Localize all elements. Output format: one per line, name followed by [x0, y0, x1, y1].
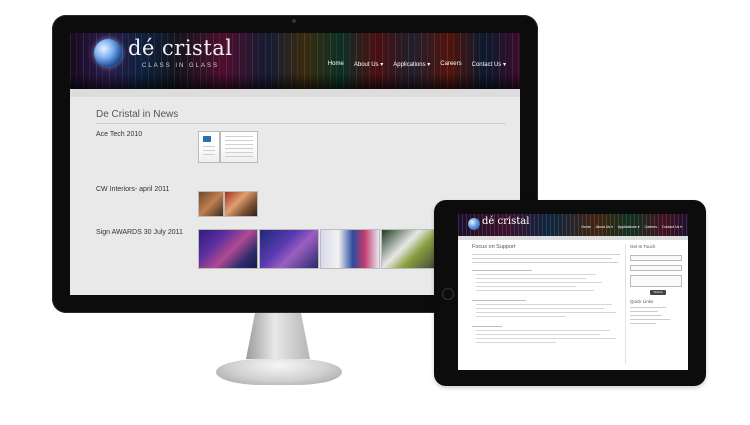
nav-applications[interactable]: Applications ▾ [393, 61, 430, 68]
message-field[interactable] [630, 275, 682, 287]
page-title: De Cristal in News [96, 109, 179, 120]
submit-button[interactable]: Submit [650, 290, 666, 295]
nav-home[interactable]: Home [581, 225, 590, 229]
home-button[interactable] [442, 288, 454, 300]
news-item-title: CW Interiors- april 2011 [96, 186, 170, 193]
name-field[interactable] [630, 255, 682, 261]
nav-careers[interactable]: Careers [440, 61, 461, 68]
news-thumbnail[interactable] [220, 131, 258, 163]
news-thumbnail[interactable] [381, 229, 441, 269]
sidebar-divider [625, 244, 626, 364]
tablet-sidebar: Get In Touch Submit Quick Links [630, 244, 682, 324]
news-item-title: Ace Tech 2010 [96, 131, 143, 138]
title-divider [96, 123, 506, 124]
email-field[interactable] [630, 265, 682, 271]
site-logo[interactable]: dé cristal [128, 36, 233, 60]
monitor-stand-neck [246, 313, 310, 359]
nav-about-us[interactable]: About Us ▾ [354, 61, 383, 68]
tablet-screen: dé cristal Home About Us ▾ Applications … [458, 214, 688, 370]
news-thumbnail[interactable] [198, 191, 224, 217]
news-thumbnail[interactable] [320, 229, 380, 269]
nav-applications[interactable]: Applications ▾ [618, 225, 640, 229]
tablet-sub-header-bar [458, 236, 688, 240]
tablet-main-nav: Home About Us ▾ Applications ▾ Careers C… [581, 225, 682, 229]
globe-logo-icon[interactable] [94, 39, 122, 67]
tablet-site-header: dé cristal Home About Us ▾ Applications … [458, 214, 688, 236]
news-thumbnail[interactable] [259, 229, 319, 269]
main-nav: Home About Us ▾ Applications ▾ Careers C… [328, 61, 506, 68]
site-tagline: CLASS IN GLASS [142, 63, 220, 69]
nav-contact-us[interactable]: Contact Us ▾ [472, 61, 506, 68]
tablet-page-title: Focus on Support [472, 244, 516, 250]
news-thumbnail[interactable] [224, 191, 258, 217]
quick-links-list [630, 307, 682, 324]
sub-header-bar [70, 89, 520, 97]
nav-about-us[interactable]: About Us ▾ [596, 225, 613, 229]
monitor-stand-base [216, 359, 342, 385]
webcam [292, 19, 296, 23]
tablet-device: dé cristal Home About Us ▾ Applications … [434, 200, 706, 386]
quick-links-title: Quick Links [630, 299, 654, 304]
globe-logo-icon[interactable] [468, 218, 480, 230]
news-thumbnail[interactable] [198, 131, 220, 163]
nav-contact-us[interactable]: Contact Us ▾ [662, 225, 682, 229]
nav-home[interactable]: Home [328, 61, 344, 68]
news-thumbnail[interactable] [198, 229, 258, 269]
site-header: dé cristal CLASS IN GLASS Home About Us … [70, 33, 520, 89]
contact-form-title: Get In Touch [630, 244, 656, 249]
nav-careers[interactable]: Careers [645, 225, 657, 229]
tablet-site-logo[interactable]: dé cristal [482, 216, 529, 227]
news-item-title: Sign AWARDS 30 July 2011 [96, 229, 183, 236]
